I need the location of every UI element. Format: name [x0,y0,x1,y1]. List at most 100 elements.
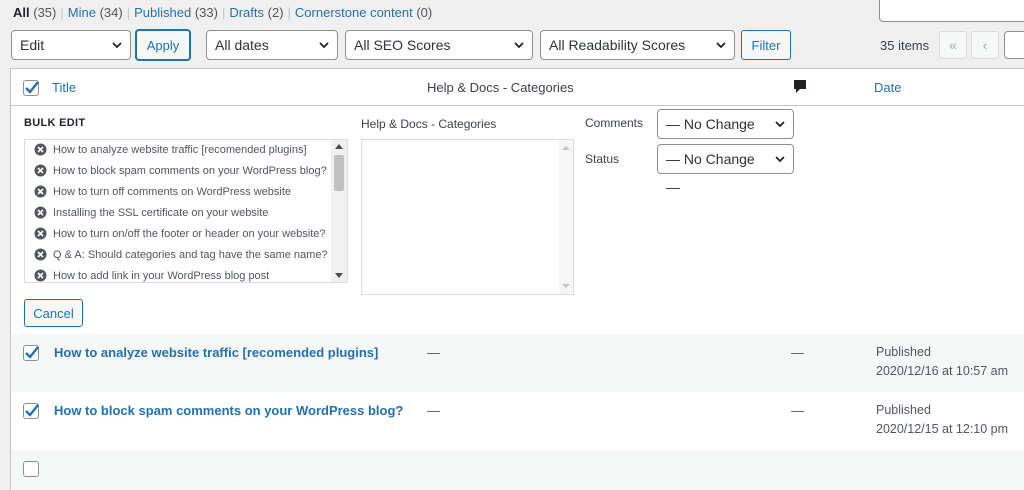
view-published[interactable]: Published (33) [134,5,218,20]
bulk-action-value: Edit [20,37,45,53]
view-separator: | [221,5,226,20]
items-count: 35 items [880,38,930,53]
seo-filter-value: All SEO Scores [354,37,451,53]
scroll-down-arrow-icon[interactable] [335,273,343,278]
column-date-sort[interactable]: Date [874,80,901,95]
comments-cell: — [791,403,804,418]
column-categories: Help & Docs - Categories [427,80,574,95]
categories-cell: — [427,403,440,418]
remove-circle-icon[interactable] [34,206,47,219]
first-page-button[interactable]: « [939,31,967,59]
post-title-link[interactable]: How to block spam comments on your WordP… [54,403,403,418]
list-item: How to analyze website traffic [recomend… [25,140,347,161]
current-page-input[interactable] [1004,31,1024,59]
scroll-up-arrow-icon[interactable] [335,144,343,149]
remove-circle-icon[interactable] [34,185,47,198]
categories-scrollbar[interactable] [559,140,573,294]
view-separator: | [60,5,64,20]
comments-select[interactable]: — No Change — [657,109,794,160]
table-header: Title Help & Docs - Categories Date [11,69,1024,106]
view-mine-label: Mine [67,5,96,20]
view-separator: | [126,5,131,20]
post-date: 2020/12/16 at 10:57 am [876,364,1009,378]
view-cornerstone-label: Cornerstone content [294,5,413,20]
row-checkbox[interactable] [23,345,39,361]
chevron-down-icon [775,156,785,163]
list-item: How to turn off comments on WordPress we… [25,182,347,203]
view-drafts[interactable]: Drafts (2) [229,5,283,20]
comments-cell: — [791,345,804,360]
post-item-title: How to analyze website traffic [recomend… [53,144,307,156]
chevron-down-icon [716,42,726,49]
chevron-down-icon [514,42,524,49]
view-mine-count: (34) [99,5,123,20]
date-filter-value: All dates [215,37,269,53]
post-date: 2020/12/15 at 12:10 pm [876,422,1009,436]
view-separator: | [287,5,291,20]
search-posts-input[interactable] [879,0,1024,22]
column-title-sort[interactable]: Title [52,80,76,95]
post-status: Published [876,345,931,359]
post-item-title: Installing the SSL certificate on your w… [53,207,269,219]
row-checkbox[interactable] [23,403,39,419]
list-item: How to add link in your WordPress blog p… [25,266,347,282]
list-item: Q & A: Should categories and tag have th… [25,245,347,266]
readability-filter-value: All Readability Scores [549,37,686,53]
view-all-count: (35) [33,5,57,20]
categories-field-label: Help & Docs - Categories [361,117,497,131]
remove-circle-icon[interactable] [34,269,47,282]
scrollbar-thumb[interactable] [334,155,344,191]
post-item-title: How to add link in your WordPress blog p… [53,270,270,282]
view-all-label: All [13,5,30,20]
scroll-up-arrow-icon[interactable] [562,146,570,150]
view-cornerstone-count: (0) [416,5,433,20]
row-checkbox[interactable] [23,461,39,477]
filter-button[interactable]: Filter [741,30,791,60]
prev-page-button[interactable]: ‹ [971,31,999,59]
view-published-count: (33) [194,5,218,20]
select-all-checkbox[interactable] [23,80,39,96]
post-status: Published [876,403,931,417]
scroll-down-arrow-icon[interactable] [562,284,570,288]
post-title-link[interactable]: How to analyze website traffic [recomend… [54,345,378,360]
status-field-label: Status [585,152,620,166]
bulk-action-select[interactable]: Edit [11,30,131,60]
table-row: How to block spam comments on your WordP… [11,392,1024,450]
view-drafts-count: (2) [267,5,284,20]
chevron-down-icon [319,42,329,49]
remove-circle-icon[interactable] [34,143,47,156]
list-item: Installing the SSL certificate on your w… [25,203,347,224]
status-select[interactable]: — No Change — [657,144,794,195]
post-item-title: How to turn on/off the footer or header … [53,228,326,240]
bulk-edit-post-list[interactable]: How to analyze website traffic [recomend… [24,139,348,283]
status-select-value: — No Change — [666,151,755,195]
comment-bubble-icon[interactable] [793,79,807,94]
cancel-button[interactable]: Cancel [24,299,83,327]
apply-button[interactable]: Apply [136,30,190,60]
view-mine[interactable]: Mine (34) [68,5,123,20]
date-filter-select[interactable]: All dates [206,30,338,60]
post-item-title: How to block spam comments on your WordP… [53,165,327,177]
checkmark-icon [25,81,39,94]
posts-table: Title Help & Docs - Categories Date BULK… [10,68,1024,490]
bulk-edit-heading: BULK EDIT [24,117,86,129]
categories-cell: — [427,345,440,360]
view-cornerstone[interactable]: Cornerstone content (0) [295,5,432,20]
view-all[interactable]: All (35) [13,5,56,20]
post-status-views: All (35) | Mine (34) | Published (33) | Drafts… [13,5,432,20]
checkmark-icon [25,404,39,417]
comments-field-label: Comments [585,116,644,130]
categories-checklist[interactable] [361,139,574,295]
table-row: How to analyze website traffic [recomend… [11,334,1024,392]
list-item: How to turn on/off the footer or header … [25,224,347,245]
bulk-edit-panel: BULK EDIT How to analyze website traffic… [11,106,1024,334]
remove-circle-icon[interactable] [34,164,47,177]
chevron-down-icon [775,121,785,128]
checkmark-icon [25,346,39,359]
readability-filter-select[interactable]: All Readability Scores [540,30,735,60]
remove-circle-icon[interactable] [34,227,47,240]
remove-circle-icon[interactable] [34,248,47,261]
post-list-scrollbar[interactable] [331,140,347,282]
seo-score-filter-select[interactable]: All SEO Scores [345,30,533,60]
view-published-label: Published [134,5,192,20]
